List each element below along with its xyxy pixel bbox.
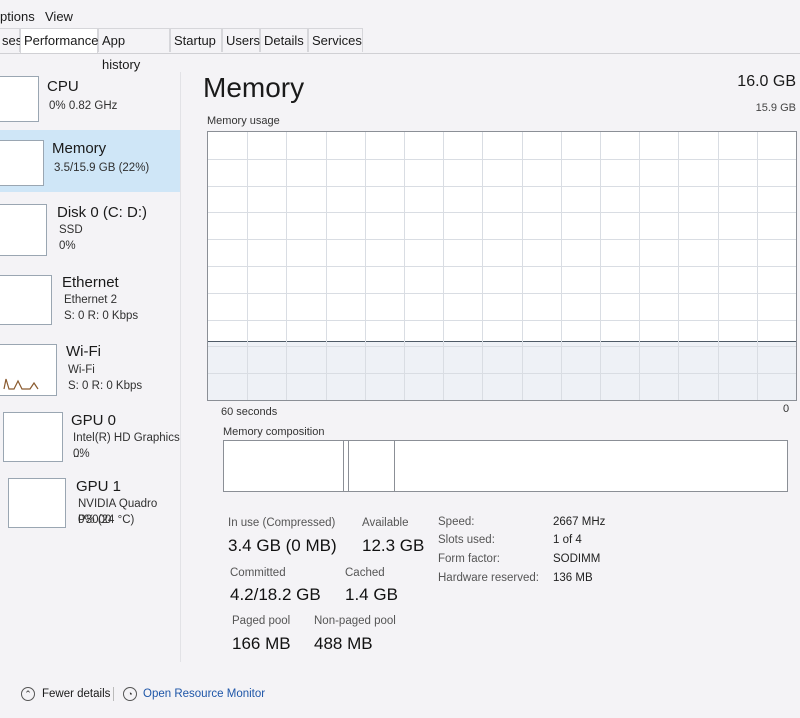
sidebar-item-title: Disk 0 (C: D:) [57,204,147,221]
spec-label: Form factor: [438,553,500,565]
memory-usage-line [208,341,796,342]
sidebar-item-detail: 0% [73,448,90,460]
sidebar-item-title: Memory [52,140,107,157]
sidebar-item-detail: 0% (24 °C) [78,514,135,526]
graph-gridline-horizontal [208,346,796,347]
tab-performance[interactable]: Performance [20,28,98,54]
available-label: Available [362,517,409,529]
wifi-activity-sparkline [3,378,39,390]
chevron-up-icon[interactable]: ⌃ [21,687,35,701]
spec-label: Hardware reserved: [438,572,539,584]
graph-gridline-horizontal [208,159,796,160]
sidebar-item-detail: Ethernet 2 [64,294,118,306]
tab-services[interactable]: Services [308,28,363,52]
graph-gridline-horizontal [208,212,796,213]
sidebar-item-gpu1[interactable]: GPU 1 NVIDIA Quadro P3000 0% (24 °C) [0,474,180,534]
cached-label: Cached [345,567,385,579]
sidebar-item-detail: 3.5/15.9 GB (22%) [54,162,150,174]
memory-usage-graph [207,131,797,401]
sidebar-item-title: GPU 1 [76,478,122,495]
spec-label: Slots used: [438,534,495,546]
available-value: 12.3 GB [362,536,425,555]
composition-in-use [224,441,344,491]
graph-time-label: 60 seconds [221,406,278,418]
tab-startup[interactable]: Startup [170,28,222,52]
sidebar-item-title: CPU [47,78,79,95]
non-paged-pool-value: 488 MB [314,634,373,653]
spec-value: SODIMM [553,553,601,565]
graph-min-label: 0 [783,403,790,415]
tab-users[interactable]: Users [222,28,260,52]
footer: ⌃ Fewer details ◔ Open Resource Monitor [0,683,800,707]
graph-gridline-horizontal [208,186,796,187]
sidebar-item-gpu0[interactable]: GPU 0 Intel(R) HD Graphics ... 0% [0,408,180,468]
sidebar-item-wifi[interactable]: Wi-Fi Wi-Fi S: 0 R: 0 Kbps [0,340,180,398]
menu-options[interactable]: ptions [0,9,35,24]
graph-gridline-horizontal [208,239,796,240]
sidebar-item-memory[interactable]: Memory 3.5/15.9 GB (22%) [0,130,180,192]
graph-max-label: 15.9 GB [755,102,796,114]
spec-label: Speed: [438,516,475,528]
footer-divider [113,687,114,701]
cpu-thumbnail [0,76,39,122]
sidebar-item-disk[interactable]: Disk 0 (C: D:) SSD 0% [0,200,180,260]
sidebar-item-ethernet[interactable]: Ethernet Ethernet 2 S: 0 R: 0 Kbps [0,272,180,328]
non-paged-pool-label: Non-paged pool [314,615,396,627]
memory-composition-label: Memory composition [223,426,325,438]
spec-value: 1 of 4 [553,534,582,546]
wifi-thumbnail [0,344,57,396]
resource-monitor-icon[interactable]: ◔ [123,687,137,701]
composition-standby [349,441,395,491]
ethernet-thumbnail [0,275,52,325]
paged-pool-value: 166 MB [232,634,291,653]
sidebar-item-detail: SSD [59,224,83,236]
open-resource-monitor-link[interactable]: Open Resource Monitor [143,688,265,700]
graph-gridline-horizontal [208,373,796,374]
graph-gridline-horizontal [208,266,796,267]
in-use-value: 3.4 GB (0 MB) [228,536,337,555]
cached-value: 1.4 GB [345,585,398,604]
sidebar-item-title: Ethernet [62,274,119,291]
gpu0-thumbnail [3,412,63,462]
sidebar-item-cpu[interactable]: CPU 0% 0.82 GHz [0,72,180,126]
sidebar-item-detail: S: 0 R: 0 Kbps [68,380,143,392]
menu-view[interactable]: View [45,9,73,24]
graph-gridline-horizontal [208,320,796,321]
committed-value: 4.2/18.2 GB [230,585,321,604]
sidebar-item-detail: 0% 0.82 GHz [49,100,118,112]
memory-composition-bar [223,440,788,492]
spec-value: 2667 MHz [553,516,606,528]
fewer-details-link[interactable]: Fewer details [42,688,110,700]
page-title: Memory [203,72,305,103]
memory-usage-fill [208,341,796,400]
memory-usage-label: Memory usage [207,115,280,127]
tab-app-history[interactable]: App history [98,28,170,72]
in-use-label: In use (Compressed) [228,517,336,529]
tab-bar: ses Performance App history Startup User… [0,28,800,72]
disk-thumbnail [0,204,47,256]
sidebar-item-detail: 0% [59,240,76,252]
sidebar-item-title: Wi-Fi [66,343,101,360]
sidebar-item-title: GPU 0 [71,412,117,429]
tab-details[interactable]: Details [260,28,308,52]
spec-value: 136 MB [553,572,593,584]
tab-bar-border [0,53,800,54]
sidebar-item-detail: S: 0 R: 0 Kbps [64,310,139,322]
tab-processes[interactable]: ses [0,28,22,52]
paged-pool-label: Paged pool [232,615,291,627]
gpu1-thumbnail [8,478,66,528]
sidebar-item-detail: Wi-Fi [68,364,95,376]
sidebar-divider [180,72,181,662]
graph-gridline-horizontal [208,293,796,294]
committed-label: Committed [230,567,286,579]
memory-thumbnail [0,140,44,186]
memory-total: 16.0 GB [737,73,796,90]
